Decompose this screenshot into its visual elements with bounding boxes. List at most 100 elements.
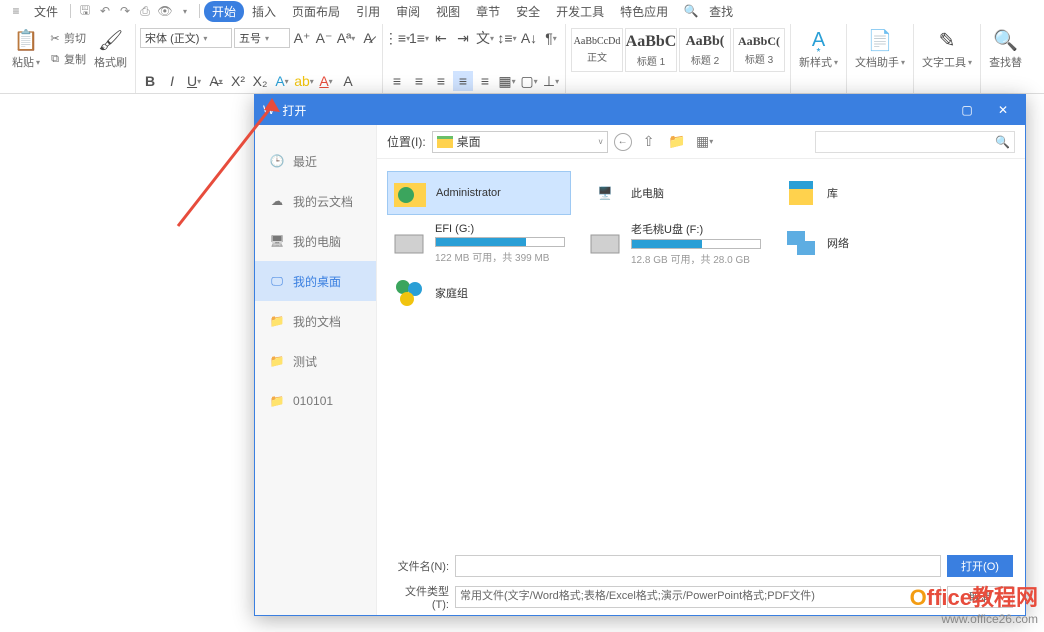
clear-format-icon[interactable]: A̷ bbox=[358, 28, 378, 48]
tab-start[interactable]: 开始 bbox=[204, 1, 244, 22]
sidebar-item-010101[interactable]: 📁010101 bbox=[255, 381, 376, 421]
cancel-button[interactable]: 取消 bbox=[947, 586, 1013, 608]
align-center-icon[interactable]: ≡ bbox=[409, 71, 429, 91]
superscript-icon[interactable]: X² bbox=[228, 71, 248, 91]
sidebar-item-desktop[interactable]: 🖵我的桌面 bbox=[255, 261, 376, 301]
style-box[interactable]: AaBb(标题 2 bbox=[679, 28, 731, 72]
filename-input[interactable] bbox=[455, 555, 941, 577]
doc-helper-button[interactable]: 📄 文档助手▾ bbox=[851, 26, 909, 70]
tab-view[interactable]: 视图 bbox=[428, 1, 468, 22]
view-mode-button[interactable]: ▦▾ bbox=[694, 131, 716, 153]
maximize-button[interactable]: ▢ bbox=[953, 99, 981, 121]
tab-insert[interactable]: 插入 bbox=[244, 1, 284, 22]
file-item-thispc[interactable]: 🖥️ 此电脑 bbox=[583, 171, 767, 215]
char-shading-icon[interactable]: A bbox=[338, 71, 358, 91]
menu-file[interactable]: 文件 bbox=[26, 1, 66, 22]
decrease-indent-icon[interactable]: ⇤ bbox=[431, 28, 451, 48]
sort-icon[interactable]: A↓ bbox=[519, 28, 539, 48]
align-left-icon[interactable]: ≡ bbox=[387, 71, 407, 91]
file-item-efi-drive[interactable]: EFI (G:) 122 MB 可用，共 399 MB bbox=[387, 221, 571, 265]
menu-find[interactable]: 查找 bbox=[701, 1, 741, 22]
bold-icon[interactable]: B bbox=[140, 71, 160, 91]
paste-button[interactable]: 📋 粘贴▾ bbox=[8, 26, 44, 70]
this-pc-icon: 🖥️ bbox=[587, 175, 623, 211]
increase-font-icon[interactable]: A⁺ bbox=[292, 28, 312, 48]
cut-button[interactable]: ✂剪切 bbox=[44, 28, 90, 48]
qat-preview-icon[interactable]: 👁 bbox=[156, 2, 174, 20]
borders-icon[interactable]: ▢▾ bbox=[519, 71, 539, 91]
distribute-icon[interactable]: ≡ bbox=[475, 71, 495, 91]
subscript-icon[interactable]: X₂ bbox=[250, 71, 270, 91]
decrease-font-icon[interactable]: A⁻ bbox=[314, 28, 334, 48]
line-spacing-icon[interactable]: ↕≡▾ bbox=[497, 28, 517, 48]
file-item-network[interactable]: 网络 bbox=[779, 221, 963, 265]
sidebar-item-cloud[interactable]: ☁我的云文档 bbox=[255, 181, 376, 221]
file-item-usb-drive[interactable]: 老毛桃U盘 (F:) 12.8 GB 可用，共 28.0 GB bbox=[583, 221, 767, 265]
text-direction-icon[interactable]: 文▾ bbox=[475, 28, 495, 48]
increase-indent-icon[interactable]: ⇥ bbox=[453, 28, 473, 48]
shading-icon[interactable]: ▦▾ bbox=[497, 71, 517, 91]
drive-icon bbox=[587, 225, 623, 261]
user-folder-icon bbox=[392, 175, 428, 211]
tab-page-layout[interactable]: 页面布局 bbox=[284, 1, 348, 22]
new-style-button[interactable]: A͙ 新样式▾ bbox=[795, 26, 842, 70]
text-tools-button[interactable]: ✎ 文字工具▾ bbox=[918, 26, 976, 70]
align-right-icon[interactable]: ≡ bbox=[431, 71, 451, 91]
tab-developer[interactable]: 开发工具 bbox=[548, 1, 612, 22]
qat-redo-icon[interactable]: ↷ bbox=[116, 2, 134, 20]
numbering-icon[interactable]: 1≡▾ bbox=[409, 28, 429, 48]
align-justify-icon[interactable]: ≡ bbox=[453, 71, 473, 91]
search-input[interactable]: 🔍 bbox=[815, 131, 1015, 153]
sidebar-item-recent[interactable]: 🕒最近 bbox=[255, 141, 376, 181]
efi-usage-bar bbox=[435, 237, 565, 247]
bullets-icon[interactable]: ⋮≡▾ bbox=[387, 28, 407, 48]
close-button[interactable]: ✕ bbox=[989, 99, 1017, 121]
font-color-icon[interactable]: A▾ bbox=[316, 71, 336, 91]
doc-helper-icon: 📄 bbox=[866, 26, 894, 54]
location-label: 位置(I): bbox=[387, 133, 426, 150]
sidebar-item-pc[interactable]: 🖥我的电脑 bbox=[255, 221, 376, 261]
filetype-combo[interactable]: 常用文件(文字/Word格式;表格/Excel格式;演示/PowerPoint格… bbox=[455, 586, 941, 608]
new-folder-button[interactable]: 📁 bbox=[666, 131, 688, 153]
qat-save-icon[interactable]: 🖫 bbox=[76, 2, 94, 20]
tabs-icon[interactable]: ⊥▾ bbox=[541, 71, 561, 91]
qat-undo-icon[interactable]: ↶ bbox=[96, 2, 114, 20]
find-icon[interactable]: 🔍 bbox=[682, 2, 700, 20]
sidebar-item-docs[interactable]: 📁我的文档 bbox=[255, 301, 376, 341]
copy-button[interactable]: ⧉复制 bbox=[44, 49, 90, 69]
font-size-combo[interactable]: 五号▾ bbox=[234, 28, 290, 48]
file-item-libraries[interactable]: 库 bbox=[779, 171, 963, 215]
paste-icon: 📋 bbox=[12, 26, 40, 54]
open-button[interactable]: 打开(O) bbox=[947, 555, 1013, 577]
format-painter-button[interactable]: 🖌 格式刷 bbox=[90, 26, 131, 70]
nav-back-button[interactable]: ← bbox=[614, 133, 632, 151]
clock-icon: 🕒 bbox=[269, 153, 285, 169]
strikethrough-icon[interactable]: A̶▾ bbox=[206, 71, 226, 91]
sidebar-item-test[interactable]: 📁测试 bbox=[255, 341, 376, 381]
find-replace-button[interactable]: 🔍 查找替 bbox=[985, 26, 1026, 70]
location-combo[interactable]: 桌面 v bbox=[432, 131, 608, 153]
style-box[interactable]: AaBbC(标题 3 bbox=[733, 28, 785, 72]
italic-icon[interactable]: I bbox=[162, 71, 182, 91]
file-item-administrator[interactable]: Administrator bbox=[387, 171, 571, 215]
font-family-combo[interactable]: 宋体 (正文)▾ bbox=[140, 28, 232, 48]
text-effect-icon[interactable]: A▾ bbox=[272, 71, 292, 91]
file-item-homegroup[interactable]: 家庭组 bbox=[387, 271, 571, 315]
nav-up-button[interactable]: ⇧ bbox=[638, 131, 660, 153]
show-marks-icon[interactable]: ¶▾ bbox=[541, 28, 561, 48]
tab-security[interactable]: 安全 bbox=[508, 1, 548, 22]
highlight-icon[interactable]: ab▾ bbox=[294, 71, 314, 91]
qat-print-icon[interactable]: ⎙ bbox=[136, 2, 154, 20]
underline-icon[interactable]: U▾ bbox=[184, 71, 204, 91]
tab-special[interactable]: 特色应用 bbox=[612, 1, 676, 22]
folder-icon: 📁 bbox=[269, 353, 285, 369]
change-case-icon[interactable]: Aª▾ bbox=[336, 28, 356, 48]
style-box[interactable]: AaBbCcDd正文 bbox=[571, 28, 623, 72]
tab-references[interactable]: 引用 bbox=[348, 1, 388, 22]
app-menu-icon[interactable]: ≡ bbox=[7, 2, 25, 20]
tab-review[interactable]: 审阅 bbox=[388, 1, 428, 22]
style-box[interactable]: AaBbC标题 1 bbox=[625, 28, 677, 72]
qat-more-icon[interactable]: ▾ bbox=[176, 2, 194, 20]
tab-section[interactable]: 章节 bbox=[468, 1, 508, 22]
dialog-titlebar[interactable]: W 打开 ▢ ✕ bbox=[255, 95, 1025, 125]
